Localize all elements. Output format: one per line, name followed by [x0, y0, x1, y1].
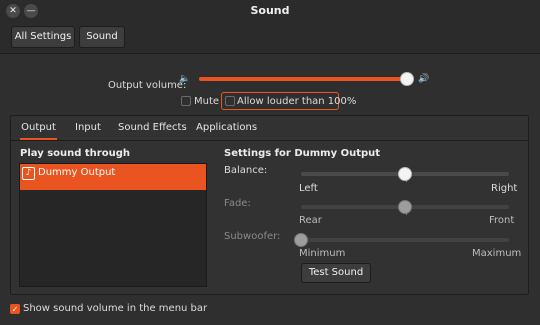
fade-knob[interactable]: [398, 200, 412, 214]
fade-front-label: Front: [489, 215, 515, 226]
subwoofer-maximum-label: Maximum: [472, 248, 522, 259]
fade-rear-label: Rear: [299, 215, 322, 226]
tab-input[interactable]: Input: [75, 121, 101, 138]
fade-label: Fade:: [224, 198, 251, 209]
speaker-device-icon: ♪: [22, 167, 35, 180]
tab-output[interactable]: Output: [20, 121, 57, 140]
tab-divider: [11, 140, 528, 141]
volume-low-icon: 🔈: [179, 74, 191, 84]
test-sound-button[interactable]: Test Sound: [301, 263, 371, 283]
volume-high-icon: 🔊: [418, 74, 430, 84]
window-title: Sound: [250, 4, 290, 17]
play-through-heading: Play sound through: [20, 148, 130, 159]
subwoofer-minimum-label: Minimum: [299, 248, 346, 259]
subwoofer-track[interactable]: [301, 238, 509, 242]
mute-label: Mute: [194, 96, 220, 107]
output-volume-fill: [199, 77, 407, 81]
output-volume-track[interactable]: [199, 77, 411, 81]
all-settings-button[interactable]: All Settings: [11, 26, 75, 48]
menu-bar-volume-label: Show sound volume in the menu bar: [23, 303, 208, 314]
settings-heading: Settings for Dummy Output: [224, 148, 381, 159]
sound-button[interactable]: Sound: [79, 26, 125, 48]
menu-bar-volume-checkbox[interactable]: ✓: [10, 304, 20, 314]
output-volume-label: Output volume:: [108, 80, 187, 91]
balance-knob[interactable]: [398, 167, 412, 181]
subwoofer-knob[interactable]: [294, 233, 308, 247]
device-name: Dummy Output: [38, 167, 116, 178]
mute-checkbox[interactable]: [181, 96, 191, 106]
balance-label: Balance:: [224, 165, 268, 176]
tab-sound-effects[interactable]: Sound Effects: [118, 121, 187, 138]
tab-applications[interactable]: Applications: [196, 121, 257, 138]
allow-louder-label: Allow louder than 100%: [237, 96, 357, 107]
output-volume-knob[interactable]: [399, 72, 414, 86]
allow-louder-checkbox[interactable]: [225, 96, 235, 106]
subwoofer-label: Subwoofer:: [224, 231, 281, 242]
balance-left-label: Left: [299, 183, 318, 194]
balance-right-label: Right: [491, 183, 518, 194]
